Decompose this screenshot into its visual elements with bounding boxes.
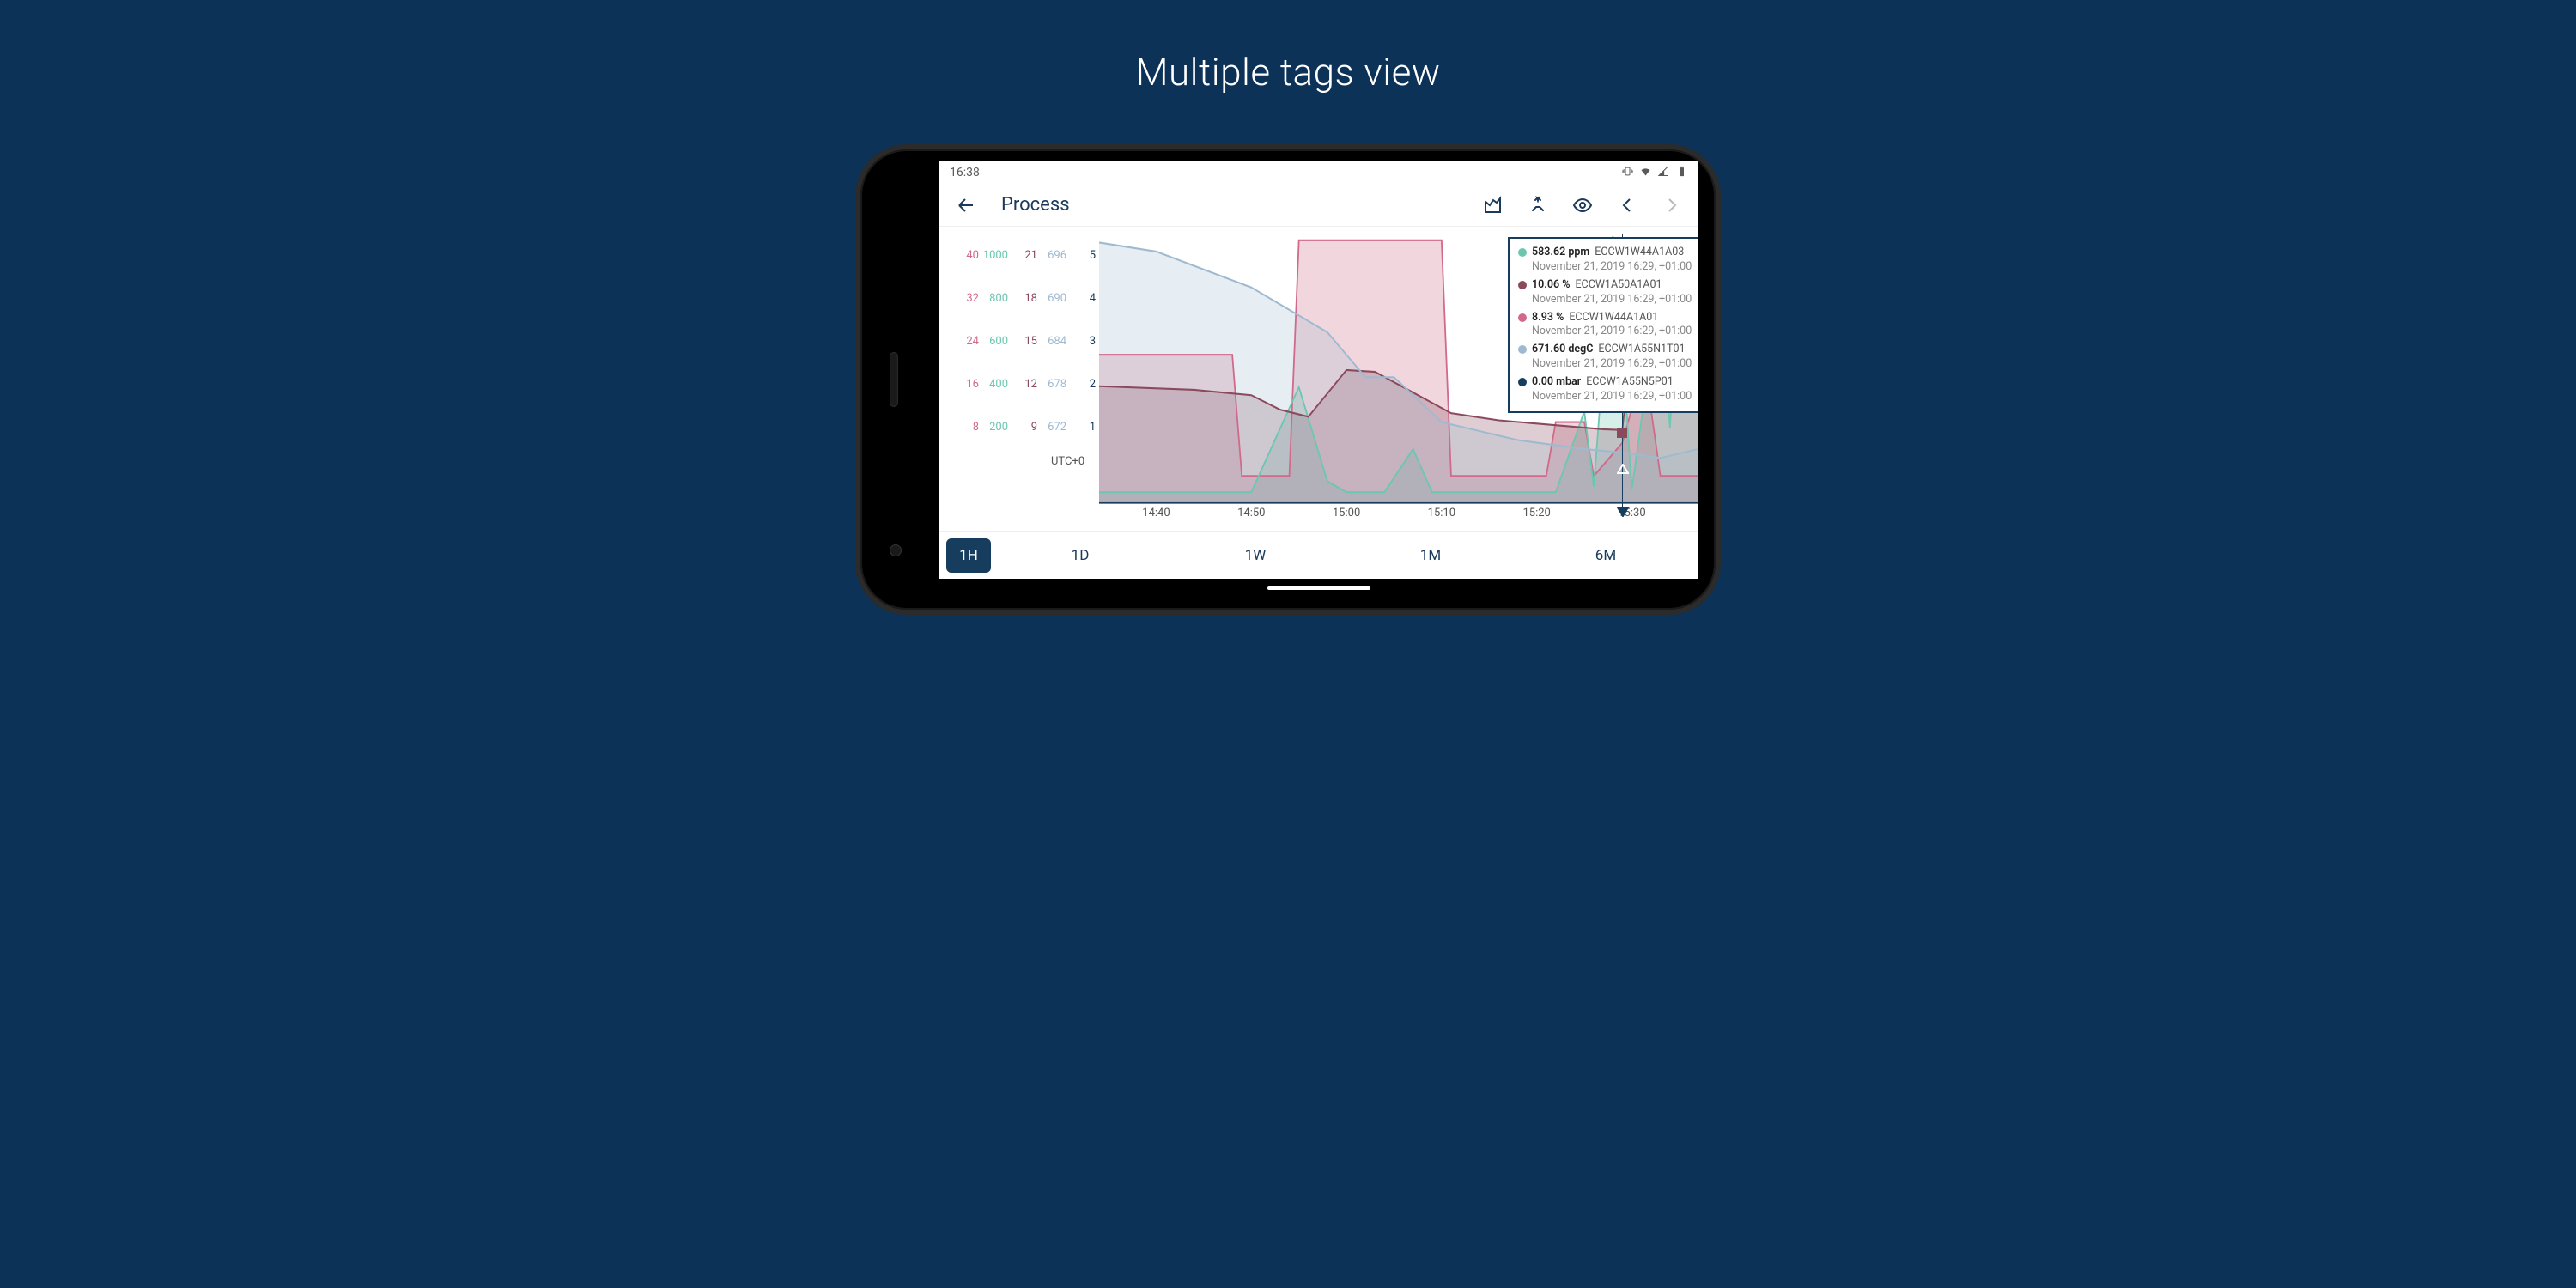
screen: 16:38 Process — [939, 161, 1698, 598]
y-tick-value: 690 — [1037, 292, 1066, 305]
tooltip-time: November 21, 2019 16:29, +01:00 — [1532, 260, 1698, 275]
chart-tooltip: 583.62 ppm ECCW1W44A1A03 November 21, 2019… — [1508, 237, 1698, 413]
x-tick-label: 15:00 — [1333, 507, 1360, 519]
tooltip-time: November 21, 2019 16:29, +01:00 — [1532, 325, 1698, 339]
range-button-1m[interactable]: 1M — [1345, 538, 1516, 573]
y-tick-value: 672 — [1037, 421, 1066, 434]
timezone-label: UTC+0 — [1051, 448, 1099, 474]
tooltip-row: 8.93 % ECCW1W44A1A01November 21, 2019 16:… — [1518, 311, 1698, 340]
tooltip-value: 0.00 mbar — [1532, 375, 1581, 388]
y-tick-value: 200 — [979, 421, 1008, 434]
y-tick-value: 15 — [1008, 335, 1037, 348]
signal-icon — [1657, 165, 1670, 181]
tooltip-row: 671.60 degC ECCW1A55N1T01 November 21, 201… — [1518, 343, 1698, 372]
next-button[interactable] — [1657, 191, 1686, 220]
tooltip-color-dot — [1518, 378, 1527, 386]
tooltip-tag: ECCW1A55N1T01 — [1598, 343, 1685, 355]
prev-button[interactable] — [1613, 191, 1642, 220]
cursor-marker — [1617, 461, 1627, 471]
x-tick-label: 15:20 — [1522, 507, 1550, 519]
y-tick-value: 8 — [950, 421, 979, 434]
range-button-6m[interactable]: 6M — [1520, 538, 1692, 573]
page-title: Process — [1001, 194, 1070, 216]
phone-frame: 16:38 Process — [855, 144, 1721, 615]
android-nav-bar — [939, 579, 1698, 598]
y-tick-value: 32 — [950, 292, 979, 305]
x-tick-label: 14:40 — [1142, 507, 1170, 519]
y-tick-value: 9 — [1008, 421, 1037, 434]
y-tick-value: 16 — [950, 378, 979, 391]
tooltip-color-dot — [1518, 313, 1527, 322]
vibrate-icon — [1621, 165, 1634, 181]
range-button-1h[interactable]: 1H — [946, 538, 991, 573]
x-axis-ticks: 14:4014:5015:0015:1015:2015:30 — [1099, 507, 1698, 531]
back-button[interactable] — [951, 191, 981, 220]
y-tick-value: 18 — [1008, 292, 1037, 305]
x-tick-label: 15:10 — [1428, 507, 1455, 519]
wifi-icon — [1639, 165, 1652, 181]
y-tick-value: 1000 — [979, 249, 1008, 262]
y-tick-value: 696 — [1037, 249, 1066, 262]
y-tick-value: 40 — [950, 249, 979, 262]
status-time: 16:38 — [950, 166, 980, 179]
y-tick-row: 24600156843 — [950, 319, 1099, 362]
y-tick-value: 4 — [1066, 292, 1096, 305]
y-tick-value: 600 — [979, 335, 1008, 348]
tooltip-row: 0.00 mbar ECCW1A55N5P01 November 21, 2019 … — [1518, 375, 1698, 404]
y-tick-row: 16400126782 — [950, 362, 1099, 405]
time-range-bar: 1H1D1W1M6M — [939, 531, 1698, 579]
y-tick-value: 800 — [979, 292, 1008, 305]
app-toolbar: Process Y — [939, 184, 1698, 227]
promo-title: Multiple tags view — [1135, 50, 1440, 94]
range-button-1w[interactable]: 1W — [1170, 538, 1341, 573]
cursor-marker — [1617, 504, 1627, 514]
range-button-1d[interactable]: 1D — [994, 538, 1166, 573]
tooltip-time: November 21, 2019 16:29, +01:00 — [1532, 293, 1698, 307]
y-tick-value: 678 — [1037, 378, 1066, 391]
tooltip-color-dot — [1518, 248, 1527, 257]
battery-icon — [1675, 165, 1688, 181]
y-tick-value: 1 — [1066, 421, 1096, 434]
y-tick-row: 820096721 — [950, 405, 1099, 448]
chart-area[interactable]: 4010002169653280018690424600156843164001… — [939, 227, 1698, 531]
y-tick-value: 3 — [1066, 335, 1096, 348]
tooltip-time: November 21, 2019 16:29, +01:00 — [1532, 357, 1698, 372]
tooltip-tag: ECCW1W44A1A03 — [1595, 246, 1684, 258]
y-tick-value: 684 — [1037, 335, 1066, 348]
tooltip-tag: ECCW1A50A1A01 — [1575, 278, 1662, 291]
y-tick-value: 12 — [1008, 378, 1037, 391]
android-status-bar: 16:38 — [939, 161, 1698, 184]
y-tick-value: 400 — [979, 378, 1008, 391]
tooltip-value: 671.60 degC — [1532, 343, 1593, 355]
y-tick-row: 401000216965 — [950, 234, 1099, 276]
tooltip-row: 10.06 % ECCW1A50A1A01 November 21, 2019 16… — [1518, 278, 1698, 307]
y-tick-value: 5 — [1066, 249, 1096, 262]
visibility-button[interactable] — [1568, 191, 1597, 220]
y-tick-value: 24 — [950, 335, 979, 348]
y-tick-row: 32800186904 — [950, 276, 1099, 319]
tooltip-row: 583.62 ppm ECCW1W44A1A03 November 21, 2019… — [1518, 246, 1698, 275]
tooltip-value: 8.93 % — [1532, 311, 1564, 324]
chart-type-button[interactable] — [1479, 191, 1508, 220]
y-axis-collapse-button[interactable]: Y — [1523, 191, 1552, 220]
tooltip-color-dot — [1518, 281, 1527, 289]
tooltip-color-dot — [1518, 345, 1527, 354]
cursor-marker — [1617, 425, 1627, 435]
tooltip-tag: ECCW1W44A1A01 — [1569, 311, 1658, 324]
svg-text:Y: Y — [1535, 196, 1540, 205]
home-indicator[interactable] — [1267, 586, 1370, 590]
y-axis-multi: 4010002169653280018690424600156843164001… — [939, 234, 1099, 531]
y-tick-value: 2 — [1066, 378, 1096, 391]
tooltip-time: November 21, 2019 16:29, +01:00 — [1532, 390, 1698, 404]
plot-canvas[interactable]: 583.62 ppm ECCW1W44A1A03 November 21, 2019… — [1099, 234, 1698, 531]
tooltip-tag: ECCW1A55N5P01 — [1586, 375, 1674, 388]
y-tick-value: 21 — [1008, 249, 1037, 262]
tooltip-value: 10.06 % — [1532, 278, 1570, 291]
x-tick-label: 14:50 — [1237, 507, 1265, 519]
tooltip-value: 583.62 ppm — [1532, 246, 1589, 258]
